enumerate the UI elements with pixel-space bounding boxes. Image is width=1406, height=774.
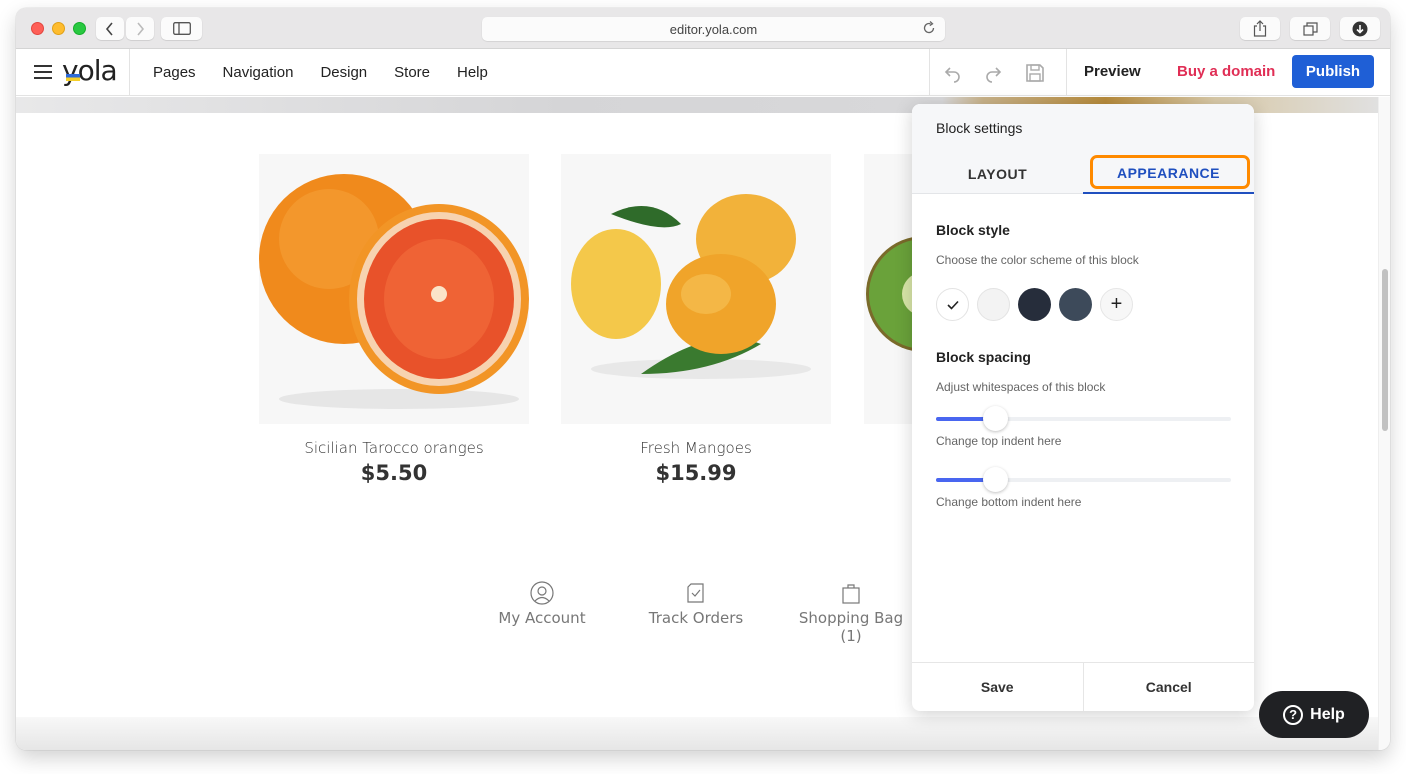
ukraine-flag-icon [66,74,80,81]
slider-handle[interactable] [983,467,1008,492]
nav-help[interactable]: Help [457,64,488,81]
tabs-icon [1302,21,1318,36]
shopping-bag-link[interactable]: Shopping Bag (1) [786,581,916,645]
minimize-window-button[interactable] [52,22,65,35]
share-button[interactable] [1240,17,1280,40]
close-window-button[interactable] [31,22,44,35]
block-style-title: Block style [936,222,1010,238]
help-label: Help [1310,705,1345,723]
top-indent-slider[interactable] [936,406,1231,431]
block-spacing-title: Block spacing [936,349,1031,365]
maximize-window-button[interactable] [73,22,86,35]
bag-icon [842,584,860,604]
reload-icon[interactable] [921,20,937,36]
slider-handle[interactable] [983,406,1008,431]
nav-design[interactable]: Design [320,64,367,81]
panel-footer: Save Cancel [912,662,1254,711]
save-button[interactable]: Save [912,663,1083,711]
nav-store[interactable]: Store [394,64,430,81]
yola-logo: yola [62,54,118,87]
download-icon [1352,21,1368,36]
menu-icon[interactable] [34,65,52,79]
plus-icon: + [1110,293,1123,315]
preview-button[interactable]: Preview [1084,63,1141,80]
track-orders-link[interactable]: Track Orders [646,581,746,627]
share-icon [1253,20,1267,37]
color-swatch-white[interactable] [936,288,969,321]
block-settings-panel: Block settings LAYOUT APPEARANCE Block s… [912,104,1254,711]
my-account-link[interactable]: My Account [497,581,587,627]
help-button[interactable]: ? Help [1259,691,1369,738]
color-swatch-light[interactable] [977,288,1010,321]
block-style-description: Choose the color scheme of this block [936,253,1139,267]
downloads-button[interactable] [1340,17,1380,40]
oranges-illustration [259,154,529,424]
panel-title: Block settings [936,120,1023,136]
buy-domain-button[interactable]: Buy a domain [1177,63,1275,80]
main-nav: Pages Navigation Design Store Help [153,49,515,96]
sidebar-icon [172,22,191,35]
browser-window: editor.yola.com yola Pages Navigation De… [16,8,1390,750]
save-icon[interactable] [1024,62,1046,84]
chevron-left-icon [105,21,113,36]
orders-icon [687,583,704,603]
product-image-oranges[interactable] [259,154,529,424]
forward-button[interactable] [126,17,154,40]
browser-titlebar: editor.yola.com [16,8,1390,49]
my-account-label: My Account [498,609,586,627]
block-spacing-description: Adjust whitespaces of this block [936,380,1106,394]
panel-header: Block settings LAYOUT APPEARANCE [912,104,1254,194]
sidebar-toggle-button[interactable] [161,17,202,40]
nav-pages[interactable]: Pages [153,64,196,81]
product-image-mangoes[interactable] [561,154,831,424]
user-icon [530,581,554,605]
mangoes-illustration [561,154,831,424]
color-swatch-slate[interactable] [1059,288,1092,321]
undo-icon[interactable] [942,62,964,84]
check-icon [946,300,959,310]
tab-layout[interactable]: LAYOUT [912,154,1083,194]
cancel-button[interactable]: Cancel [1082,663,1255,711]
editor-toolbar: yola Pages Navigation Design Store Help … [16,49,1390,96]
address-bar[interactable]: editor.yola.com [482,17,945,41]
product-price: $5.50 [360,461,428,485]
product-name[interactable]: Sicilian Tarocco oranges [259,439,529,457]
tab-appearance[interactable]: APPEARANCE [1083,154,1254,194]
divider [129,49,130,96]
divider [1066,49,1067,96]
shopping-bag-label: Shopping Bag (1) [798,609,904,645]
url-text: editor.yola.com [669,22,758,37]
redo-icon[interactable] [982,62,1004,84]
page-scrollbar[interactable] [1378,97,1390,750]
question-icon: ? [1283,704,1304,725]
bottom-indent-slider[interactable] [936,467,1231,492]
track-orders-label: Track Orders [648,609,744,627]
tabs-overview-button[interactable] [1290,17,1330,40]
bottom-indent-label: Change bottom indent here [936,495,1082,509]
chevron-right-icon [137,21,145,36]
scrollbar-thumb[interactable] [1382,269,1388,431]
color-swatch-dark[interactable] [1018,288,1051,321]
back-button[interactable] [96,17,124,40]
nav-navigation[interactable]: Navigation [223,64,294,81]
top-indent-label: Change top indent here [936,434,1062,448]
divider [929,49,930,96]
footer-area [16,717,1378,750]
product-price: $15.99 [655,461,737,485]
add-color-scheme-button[interactable]: + [1100,288,1133,321]
publish-button[interactable]: Publish [1292,55,1374,88]
product-name[interactable]: Fresh Mangoes [561,439,831,457]
